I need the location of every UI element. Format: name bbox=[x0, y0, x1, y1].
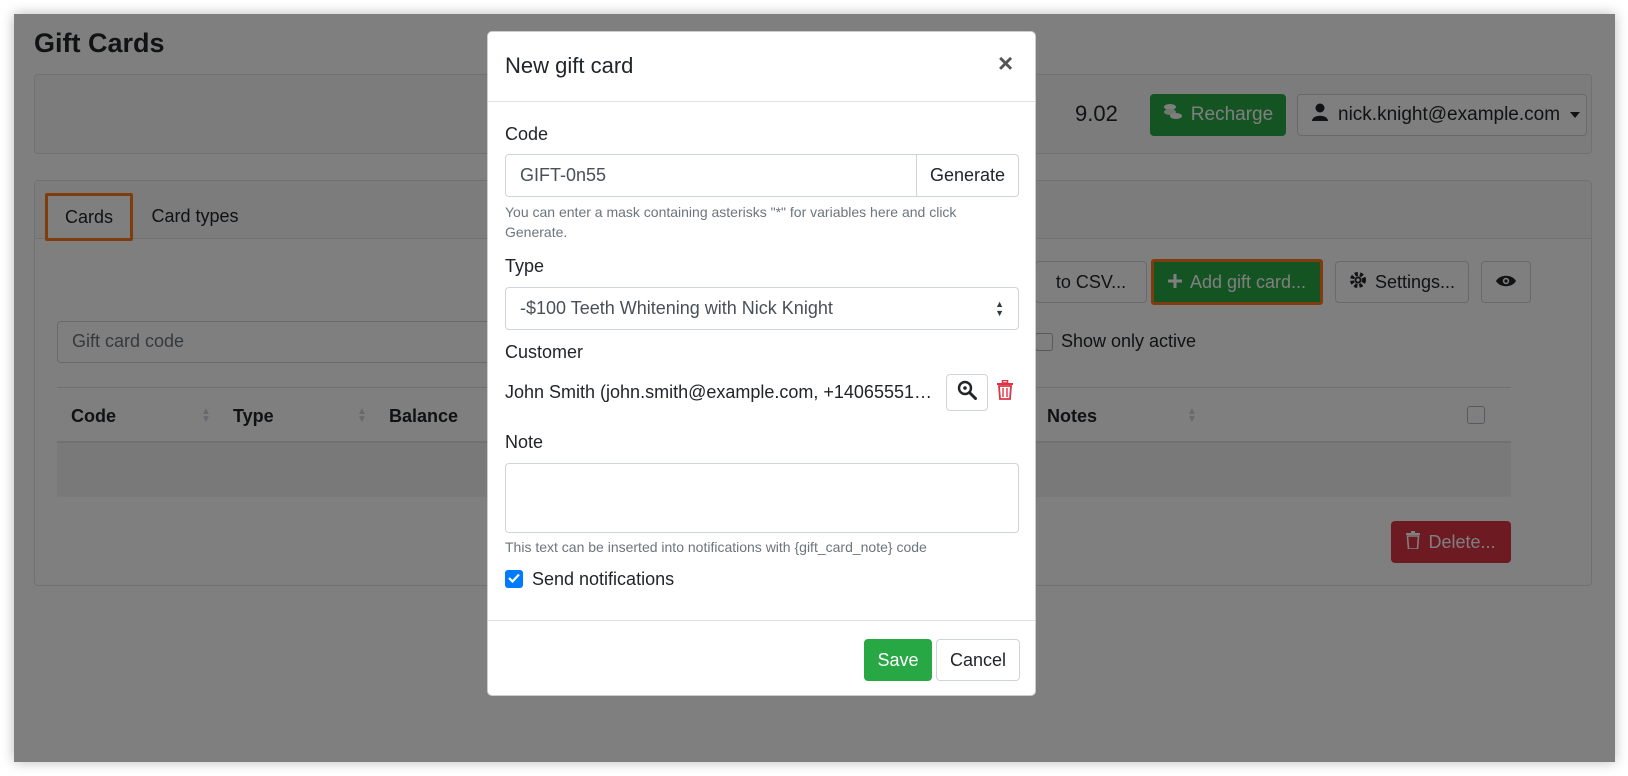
trash-icon bbox=[997, 379, 1013, 405]
code-label: Code bbox=[505, 124, 549, 144]
type-selected-value: -$100 Teeth Whitening with Nick Knight bbox=[520, 298, 833, 318]
send-notifications-label: Send notifications bbox=[532, 569, 675, 589]
customer-label: Customer bbox=[505, 342, 584, 362]
code-input-group: GIFT-0n55 Generate bbox=[505, 154, 1019, 197]
remove-customer-button[interactable] bbox=[994, 379, 1016, 405]
modal-header: New gift card × bbox=[488, 32, 1035, 102]
search-icon bbox=[957, 380, 977, 405]
send-notifications-checkbox[interactable] bbox=[505, 570, 523, 588]
note-label: Note bbox=[505, 432, 544, 452]
check-icon bbox=[508, 570, 520, 588]
select-arrows-icon: ▲ ▼ bbox=[995, 299, 1004, 318]
modal-title: New gift card bbox=[505, 53, 634, 78]
app-window: Gift Cards 9.02 Recharge nick.knight@exa… bbox=[14, 14, 1615, 762]
generate-button[interactable]: Generate bbox=[916, 155, 1018, 196]
search-customer-button[interactable] bbox=[946, 374, 988, 411]
code-input[interactable]: GIFT-0n55 bbox=[506, 155, 916, 196]
save-button[interactable]: Save bbox=[864, 639, 932, 681]
type-label: Type bbox=[505, 256, 545, 276]
cancel-button[interactable]: Cancel bbox=[936, 639, 1020, 681]
note-help-text: This text can be inserted into notificat… bbox=[505, 539, 927, 555]
customer-value: John Smith (john.smith@example.com, +140… bbox=[505, 382, 935, 402]
type-select[interactable]: -$100 Teeth Whitening with Nick Knight ▲… bbox=[505, 287, 1019, 330]
close-icon[interactable]: × bbox=[998, 50, 1013, 76]
new-gift-card-dialog: New gift card × Code GIFT-0n55 Generate … bbox=[487, 31, 1036, 696]
code-help-text: You can enter a mask containing asterisk… bbox=[505, 204, 957, 240]
note-textarea[interactable] bbox=[505, 463, 1019, 533]
modal-footer: Save Cancel bbox=[488, 620, 1035, 697]
